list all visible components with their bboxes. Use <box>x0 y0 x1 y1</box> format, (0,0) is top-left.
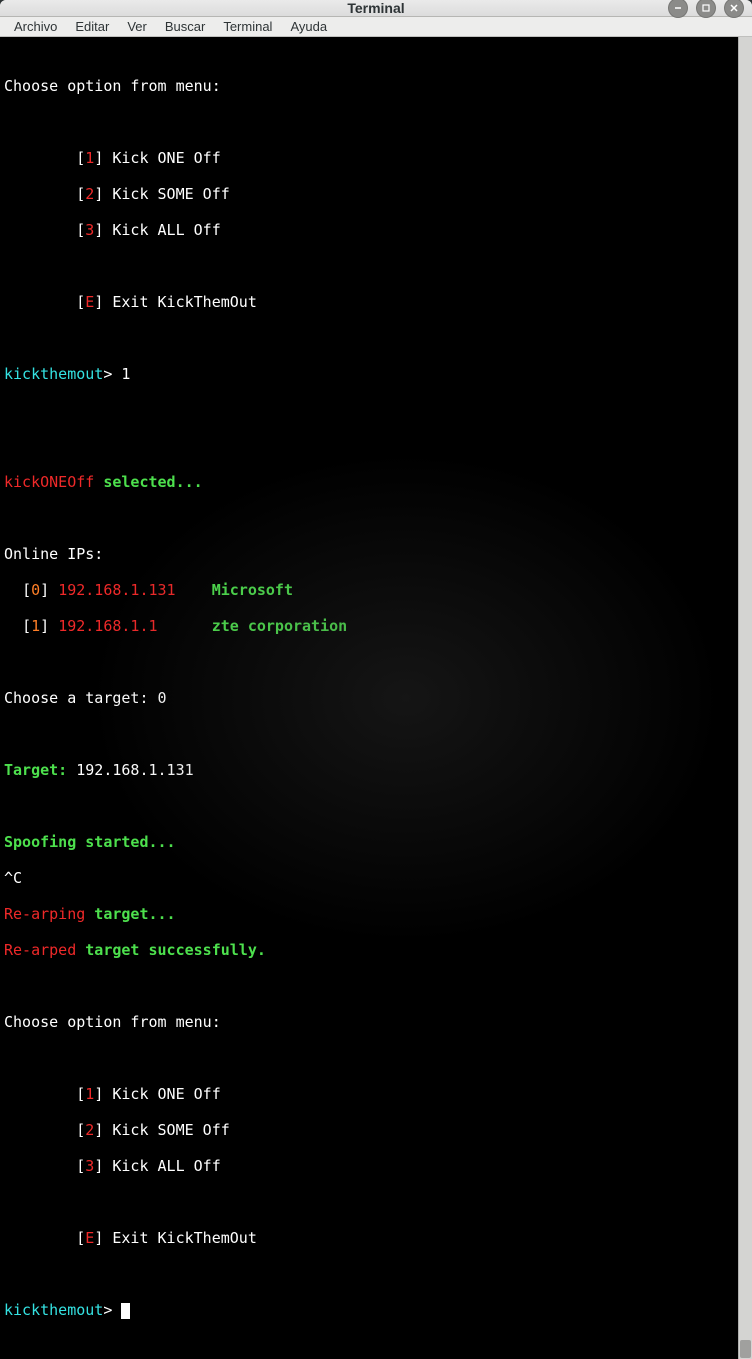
text <box>4 1121 76 1139</box>
bracket: ] <box>94 1085 103 1103</box>
opt-3: 3 <box>85 1157 94 1175</box>
text: Exit KickThemOut <box>103 293 257 311</box>
text <box>4 1229 76 1247</box>
rearping-tail: target... <box>85 905 175 923</box>
maximize-icon <box>701 3 711 13</box>
ctrl-c: ^C <box>4 869 22 887</box>
text <box>4 617 22 635</box>
terminal-output[interactable]: Choose option from menu: [1] Kick ONE Of… <box>0 37 738 1359</box>
text <box>176 581 212 599</box>
menu-archivo[interactable]: Archivo <box>6 17 65 36</box>
text <box>4 185 76 203</box>
opt-e: E <box>85 293 94 311</box>
vendor-0: Microsoft <box>212 581 293 599</box>
bracket: [ <box>76 149 85 167</box>
menu-editar[interactable]: Editar <box>67 17 117 36</box>
text <box>4 149 76 167</box>
bracket: [ <box>22 581 31 599</box>
bracket: [ <box>76 221 85 239</box>
text: Kick ALL Off <box>103 221 220 239</box>
opt-2: 2 <box>85 1121 94 1139</box>
bracket: [ <box>22 617 31 635</box>
bracket: ] <box>94 1157 103 1175</box>
text <box>49 581 58 599</box>
user-input: 1 <box>121 365 130 383</box>
close-icon <box>729 3 739 13</box>
prompt-name: kickthemout <box>4 1301 103 1319</box>
bracket: ] <box>94 185 103 203</box>
text: Kick ONE Off <box>103 1085 220 1103</box>
opt-3: 3 <box>85 221 94 239</box>
cursor <box>121 1303 130 1319</box>
rearped-label: Re-arped <box>4 941 76 959</box>
bracket: ] <box>40 581 49 599</box>
minimize-button[interactable] <box>668 0 688 18</box>
text: Exit KickThemOut <box>103 1229 257 1247</box>
ip-1: 192.168.1.1 <box>58 617 175 635</box>
target-label: Target: <box>4 761 67 779</box>
bracket: ] <box>94 293 103 311</box>
rearped-tail: target successfully. <box>76 941 266 959</box>
text: Kick SOME Off <box>103 185 229 203</box>
opt-e: E <box>85 1229 94 1247</box>
opt-1: 1 <box>85 1085 94 1103</box>
terminal-area: Choose option from menu: [1] Kick ONE Of… <box>0 37 752 1359</box>
bracket: ] <box>94 1229 103 1247</box>
close-button[interactable] <box>724 0 744 18</box>
text <box>176 617 212 635</box>
text <box>4 293 76 311</box>
bracket: [ <box>76 293 85 311</box>
bracket: [ <box>76 1121 85 1139</box>
bracket: ] <box>94 149 103 167</box>
opt-2: 2 <box>85 185 94 203</box>
bracket: [ <box>76 1085 85 1103</box>
text <box>4 1085 76 1103</box>
text: Kick SOME Off <box>103 1121 229 1139</box>
menubar: Archivo Editar Ver Buscar Terminal Ayuda <box>0 17 752 37</box>
text <box>4 581 22 599</box>
titlebar: Terminal <box>0 0 752 17</box>
bracket: ] <box>94 221 103 239</box>
bracket: [ <box>76 1157 85 1175</box>
maximize-button[interactable] <box>696 0 716 18</box>
window-controls <box>668 0 744 18</box>
text: Choose option from menu: <box>4 77 221 95</box>
choose-target-label: Choose a target: <box>4 689 158 707</box>
bracket: ] <box>40 617 49 635</box>
menu-ver[interactable]: Ver <box>119 17 155 36</box>
text <box>49 617 58 635</box>
prompt-name: kickthemout <box>4 365 103 383</box>
menu-ayuda[interactable]: Ayuda <box>282 17 335 36</box>
text: Kick ONE Off <box>103 149 220 167</box>
bracket: [ <box>76 1229 85 1247</box>
opt-1: 1 <box>85 149 94 167</box>
idx-0: 0 <box>31 581 40 599</box>
scroll-thumb[interactable] <box>740 1340 751 1358</box>
kickone-label: kickONEOff <box>4 473 94 491</box>
text <box>4 221 76 239</box>
vendor-1: zte corporation <box>212 617 347 635</box>
idx-1: 1 <box>31 617 40 635</box>
online-ips-label: Online IPs: <box>4 545 112 563</box>
text: Kick ALL Off <box>103 1157 220 1175</box>
prompt-gt: > <box>103 1301 121 1319</box>
scrollbar[interactable] <box>738 37 752 1359</box>
selected-label: selected... <box>94 473 202 491</box>
ip-0: 192.168.1.131 <box>58 581 175 599</box>
target-ip: 192.168.1.131 <box>67 761 193 779</box>
window-title: Terminal <box>347 0 404 16</box>
bracket: ] <box>94 1121 103 1139</box>
text <box>4 1157 76 1175</box>
bracket: [ <box>76 185 85 203</box>
minimize-icon <box>673 3 683 13</box>
spoofing-label: Spoofing started... <box>4 833 176 851</box>
terminal-window: Terminal Archivo Editar Ver Buscar Termi… <box>0 0 752 701</box>
menu-terminal[interactable]: Terminal <box>215 17 280 36</box>
prompt-gt: > <box>103 365 121 383</box>
rearping-label: Re-arping <box>4 905 85 923</box>
text: Choose option from menu: <box>4 1013 221 1031</box>
target-input: 0 <box>158 689 167 707</box>
menu-buscar[interactable]: Buscar <box>157 17 213 36</box>
